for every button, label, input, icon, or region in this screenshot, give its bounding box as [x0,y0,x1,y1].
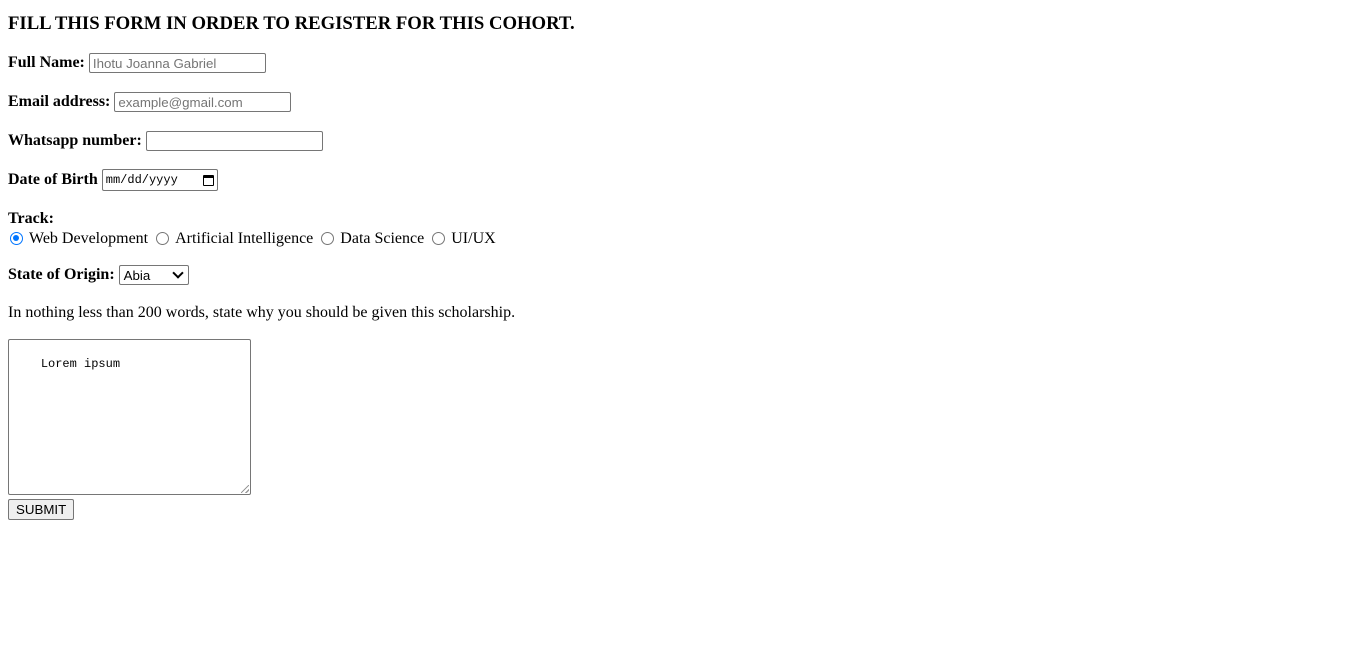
whatsapp-label: Whatsapp number: [8,132,142,149]
resize-grip-icon[interactable] [241,485,249,493]
state-selected-value: Abia [123,267,151,283]
chevron-down-icon [171,267,184,279]
whatsapp-row: Whatsapp number: [8,130,323,152]
form-title: FILL THIS FORM IN ORDER TO REGISTER FOR … [8,13,575,34]
email-label: Email address: [8,93,111,110]
essay-textarea[interactable]: Lorem ipsum [8,339,251,495]
email-input[interactable] [114,92,292,112]
registration-page: FILL THIS FORM IN ORDER TO REGISTER FOR … [0,0,1347,650]
submit-button[interactable]: SUBMIT [8,499,75,520]
calendar-icon[interactable] [202,174,214,186]
full-name-input[interactable] [88,53,266,73]
track-radio-group: Web Development Artificial Intelligence … [10,229,504,248]
radio-data-science[interactable] [321,232,335,245]
essay-text: Lorem ipsum [40,357,121,371]
full-name-label: Full Name: [8,54,85,71]
dob-input[interactable]: mm/dd/yyyy [101,169,218,191]
full-name-row: Full Name: [8,52,266,74]
radio-label-data-science: Data Science [340,229,425,247]
radio-label-web-development: Web Development [29,229,149,247]
radio-label-artificial-intelligence: Artificial Intelligence [175,229,314,247]
essay-prompt: In nothing less than 200 words, state wh… [8,304,516,321]
state-select[interactable]: Abia [118,265,189,285]
track-label: Track: [8,210,54,227]
radio-artificial-intelligence[interactable] [156,232,170,245]
radio-web-development[interactable] [10,232,23,245]
whatsapp-input[interactable] [145,131,323,151]
state-row: State of Origin: Abia [8,264,189,286]
dob-row: Date of Birth mm/dd/yyyy [8,169,218,191]
email-row: Email address: [8,91,292,113]
radio-label-ui-ux: UI/UX [451,229,496,247]
state-label: State of Origin: [8,266,115,283]
dob-placeholder: mm/dd/yyyy [105,173,178,187]
radio-ui-ux[interactable] [432,232,446,245]
dob-label: Date of Birth [8,171,98,188]
